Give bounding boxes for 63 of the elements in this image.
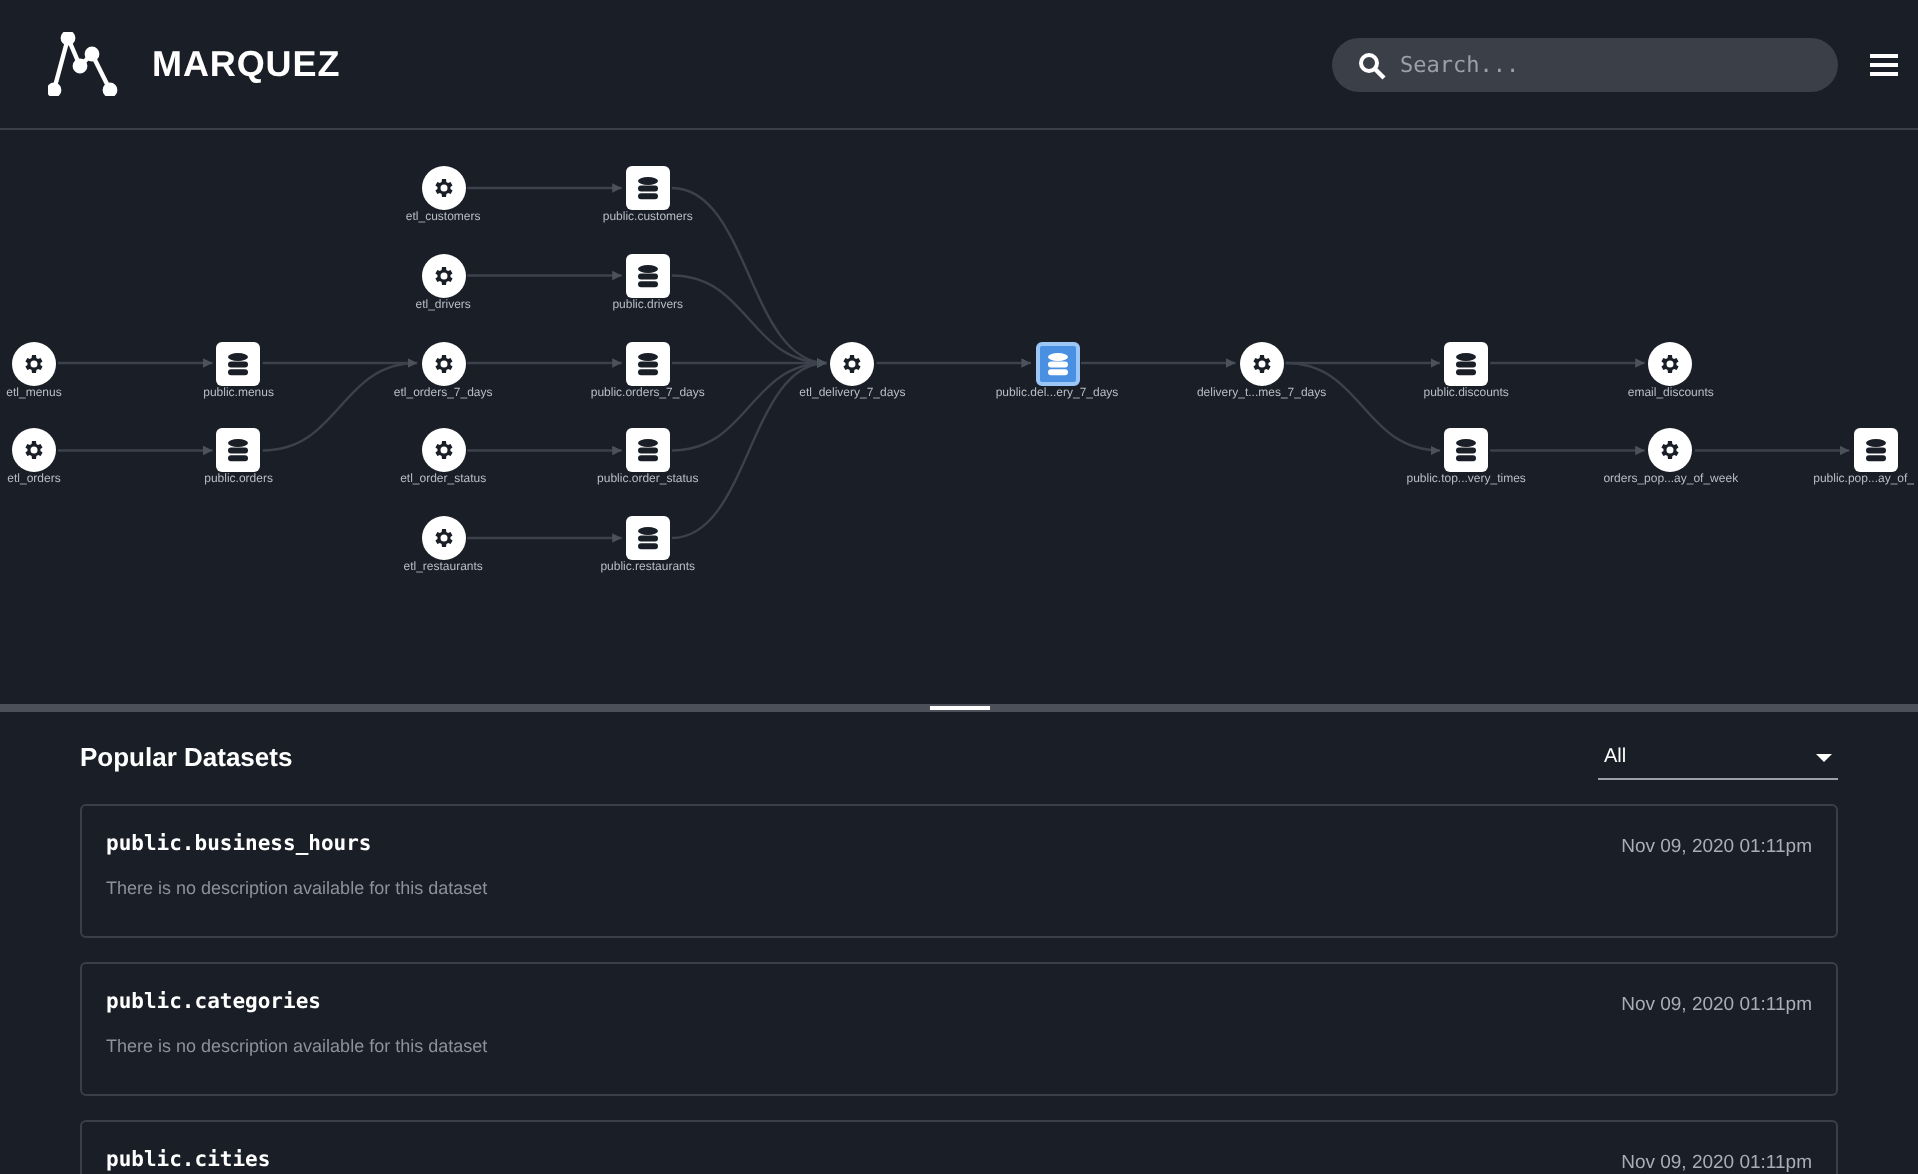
job-node[interactable] — [1648, 428, 1693, 473]
dataset-description: There is no description available for this dataset — [106, 1034, 488, 1060]
gear-icon — [1658, 438, 1683, 463]
dataset-node[interactable] — [1853, 428, 1898, 473]
dataset-node[interactable] — [625, 516, 670, 560]
dataset-card[interactable]: public.business_hours There is no description available for this dataset Nov 09, 2020 01:11pm — [80, 804, 1838, 938]
job-node[interactable] — [1648, 341, 1693, 385]
section-title: Popular Datasets — [80, 740, 293, 777]
dataset-node[interactable] — [216, 428, 261, 473]
job-node[interactable] — [1239, 341, 1284, 385]
dataset-node[interactable] — [625, 253, 670, 298]
database-icon — [635, 526, 660, 550]
database-icon — [635, 351, 660, 375]
job-node[interactable] — [421, 253, 466, 298]
dataset-card[interactable]: public.cities Nov 09, 2020 01:11pm — [80, 1120, 1838, 1174]
database-icon — [635, 263, 660, 288]
gear-icon — [22, 438, 46, 463]
job-node[interactable] — [421, 428, 466, 473]
gear-icon — [1249, 351, 1274, 375]
database-icon — [635, 438, 660, 463]
job-node[interactable] — [421, 341, 466, 385]
caret-icon — [1816, 753, 1832, 761]
resize-handle[interactable] — [929, 706, 989, 710]
job-node[interactable] — [12, 341, 56, 385]
gear-icon — [431, 526, 456, 550]
dataset-node[interactable] — [625, 166, 670, 210]
dataset-name: public.categories — [106, 990, 323, 1016]
dataset-date: Nov 09, 2020 01:11pm — [1621, 992, 1812, 1016]
gear-icon — [431, 176, 456, 200]
job-node[interactable] — [12, 428, 56, 473]
database-icon — [226, 438, 251, 463]
dataset-date: Nov 09, 2020 01:11pm — [1621, 1150, 1812, 1174]
gear-icon — [431, 351, 456, 375]
dataset-date: Nov 09, 2020 01:11pm — [1621, 834, 1812, 858]
gear-icon — [840, 351, 865, 375]
gear-icon — [431, 263, 456, 288]
dataset-node[interactable] — [625, 428, 670, 473]
database-icon — [1863, 438, 1888, 463]
database-icon — [226, 351, 251, 375]
dataset-node[interactable] — [1444, 428, 1489, 473]
database-icon — [635, 176, 660, 200]
menu-icon[interactable] — [1870, 53, 1898, 75]
database-icon — [1045, 351, 1069, 375]
dataset-card[interactable]: public.categories There is no description available for this dataset Nov 09, 2020 01:11pm — [80, 962, 1838, 1096]
dataset-node[interactable] — [1444, 341, 1489, 385]
gear-icon — [1658, 351, 1683, 375]
job-node[interactable] — [830, 341, 875, 385]
gear-icon — [22, 351, 46, 375]
search-field[interactable]: Search... — [1332, 37, 1838, 91]
job-node[interactable] — [421, 516, 466, 560]
gear-icon — [431, 438, 456, 463]
logo-text: MARQUEZ — [152, 41, 341, 87]
dataset-node[interactable] — [1035, 341, 1079, 385]
filter-dropdown[interactable]: All — [1598, 736, 1838, 780]
dataset-name: public.business_hours — [106, 832, 374, 858]
database-icon — [1454, 438, 1479, 463]
dataset-name: public.cities — [106, 1148, 271, 1174]
dataset-node[interactable] — [216, 341, 261, 385]
database-icon — [1454, 351, 1479, 375]
dataset-node[interactable] — [625, 341, 670, 385]
search-icon — [1358, 51, 1386, 79]
dataset-description: There is no description available for this dataset — [106, 876, 488, 902]
job-node[interactable] — [421, 166, 466, 210]
